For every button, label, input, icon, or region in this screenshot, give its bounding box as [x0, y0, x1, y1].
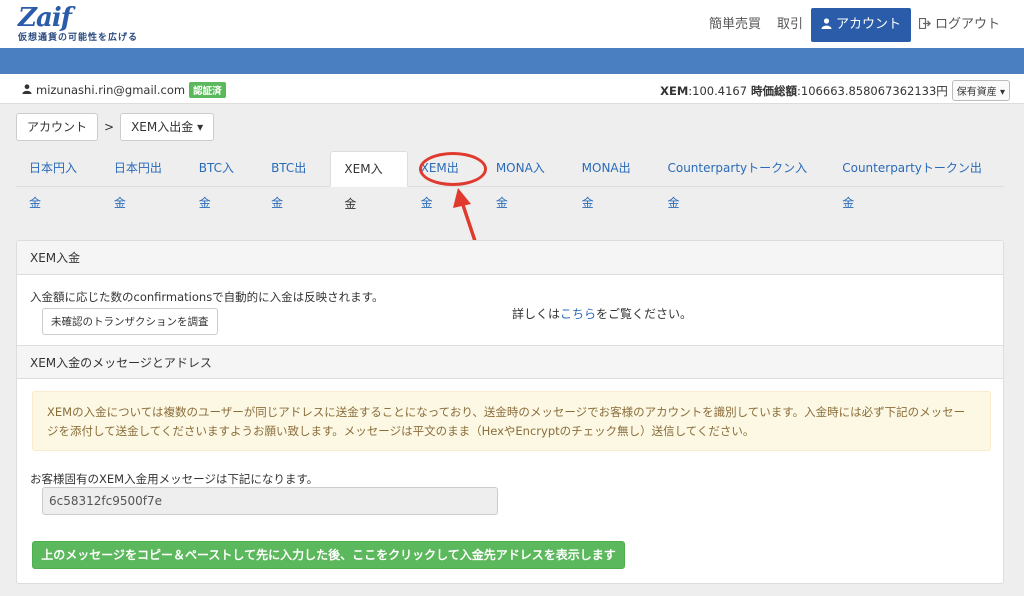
breadcrumb-account[interactable]: アカウント	[16, 113, 99, 141]
detail-link[interactable]: こちら	[560, 307, 596, 321]
tab-mona-withdraw[interactable]: MONA出金	[569, 151, 655, 210]
deposit-message-field[interactable]: 6c58312fc9500f7e	[42, 487, 498, 515]
accent-bar	[0, 48, 1024, 74]
panel-info: 入金額に応じた数のconfirmationsで自動的に入金は反映されます。 未確…	[17, 275, 1003, 345]
nav-label: アカウント	[835, 17, 901, 32]
user-icon	[22, 83, 32, 97]
caret-down-icon: ▾	[197, 120, 204, 134]
tab-jpy-deposit[interactable]: 日本円入金	[16, 151, 101, 210]
detail-prefix: 詳しくは	[512, 307, 561, 321]
breadcrumb-xem-dropdown[interactable]: XEM入出金 ▾	[120, 113, 215, 141]
total-value: 106663.858067362133円	[800, 83, 948, 98]
tab-counterparty-withdraw[interactable]: Counterpartyトークン出金	[829, 151, 1004, 210]
logo[interactable]: Zaif 仮想通貨の可能性を広げる	[18, 4, 138, 43]
tab-mona-deposit[interactable]: MONA入金	[483, 151, 569, 210]
balance-currency: XEM	[660, 83, 689, 98]
tab-xem-deposit[interactable]: XEM入金	[330, 151, 408, 211]
nav-label: 簡単売買	[708, 17, 761, 32]
tab-btc-withdraw[interactable]: BTC出金	[258, 151, 330, 210]
logo-mark: Zaif	[18, 3, 72, 33]
user-info-bar: mizunashi.rin@gmail.com 認証済 XEM: 100.416…	[0, 74, 1024, 104]
assets-label: 保有資産	[956, 87, 997, 98]
tab-counterparty-deposit[interactable]: Counterpartyトークン入金	[654, 151, 829, 210]
verified-badge: 認証済	[189, 82, 226, 98]
balance-summary: XEM: 100.4167 時価総額: 106663.858067362133円…	[660, 80, 1010, 101]
check-unconfirmed-button[interactable]: 未確認のトランザクションを調査	[42, 308, 218, 335]
message-label: お客様固有のXEM入金用メッセージは下記になります。	[30, 472, 319, 486]
breadcrumb-label: XEM入出金	[131, 120, 194, 134]
caret-down-icon: ▾	[999, 87, 1005, 98]
logo-tagline: 仮想通貨の可能性を広げる	[18, 33, 139, 43]
detail-text: 詳しくはこちらをご覧ください。	[512, 305, 692, 322]
breadcrumb-label: アカウント	[27, 120, 88, 134]
detail-suffix: をご覧ください。	[596, 307, 693, 321]
total-label: 時価総額	[751, 83, 798, 98]
user-identity: mizunashi.rin@gmail.com 認証済	[22, 82, 226, 98]
user-email: mizunashi.rin@gmail.com	[36, 83, 186, 97]
tab-jpy-withdraw[interactable]: 日本円出金	[101, 151, 186, 210]
main-nav: 簡単売買 取引 アカウント ログアウト	[701, 8, 1008, 42]
nav-account[interactable]: アカウント	[810, 8, 911, 42]
deposit-withdraw-tabs: 日本円入金 日本円出金 BTC入金 BTC出金 XEM入金 XEM出金 MONA…	[16, 151, 1004, 211]
nav-label: 取引	[776, 17, 803, 32]
nav-trade[interactable]: 取引	[769, 8, 811, 42]
nav-logout[interactable]: ログアウト	[911, 8, 1008, 42]
warning-alert: XEMの入金については複数のユーザーが同じアドレスに送金することになっており、送…	[32, 391, 991, 451]
nav-easy-trade[interactable]: 簡単売買	[701, 8, 769, 42]
section-title: XEM入金のメッセージとアドレス	[17, 345, 1003, 379]
user-icon	[821, 8, 832, 42]
annotation-circle	[419, 152, 487, 186]
top-navbar: Zaif 仮想通貨の可能性を広げる 簡単売買 取引 アカウント ログアウト	[0, 0, 1024, 48]
xem-deposit-panel: XEM入金 入金額に応じた数のconfirmationsで自動的に入金は反映され…	[16, 240, 1004, 584]
panel-title: XEM入金	[17, 241, 1003, 275]
assets-dropdown[interactable]: 保有資産 ▾	[951, 80, 1010, 101]
tab-btc-deposit[interactable]: BTC入金	[186, 151, 258, 210]
breadcrumb: アカウント > XEM入出金 ▾	[16, 113, 215, 141]
show-address-button[interactable]: 上のメッセージをコピー＆ペーストして先に入力した後、ここをクリックして入金先アド…	[32, 541, 625, 569]
confirmation-description: 入金額に応じた数のconfirmationsで自動的に入金は反映されます。	[30, 290, 384, 304]
nav-label: ログアウト	[934, 17, 1000, 32]
logout-icon	[918, 8, 931, 42]
balance-value: 100.4167	[692, 83, 748, 98]
breadcrumb-separator: >	[104, 120, 115, 134]
